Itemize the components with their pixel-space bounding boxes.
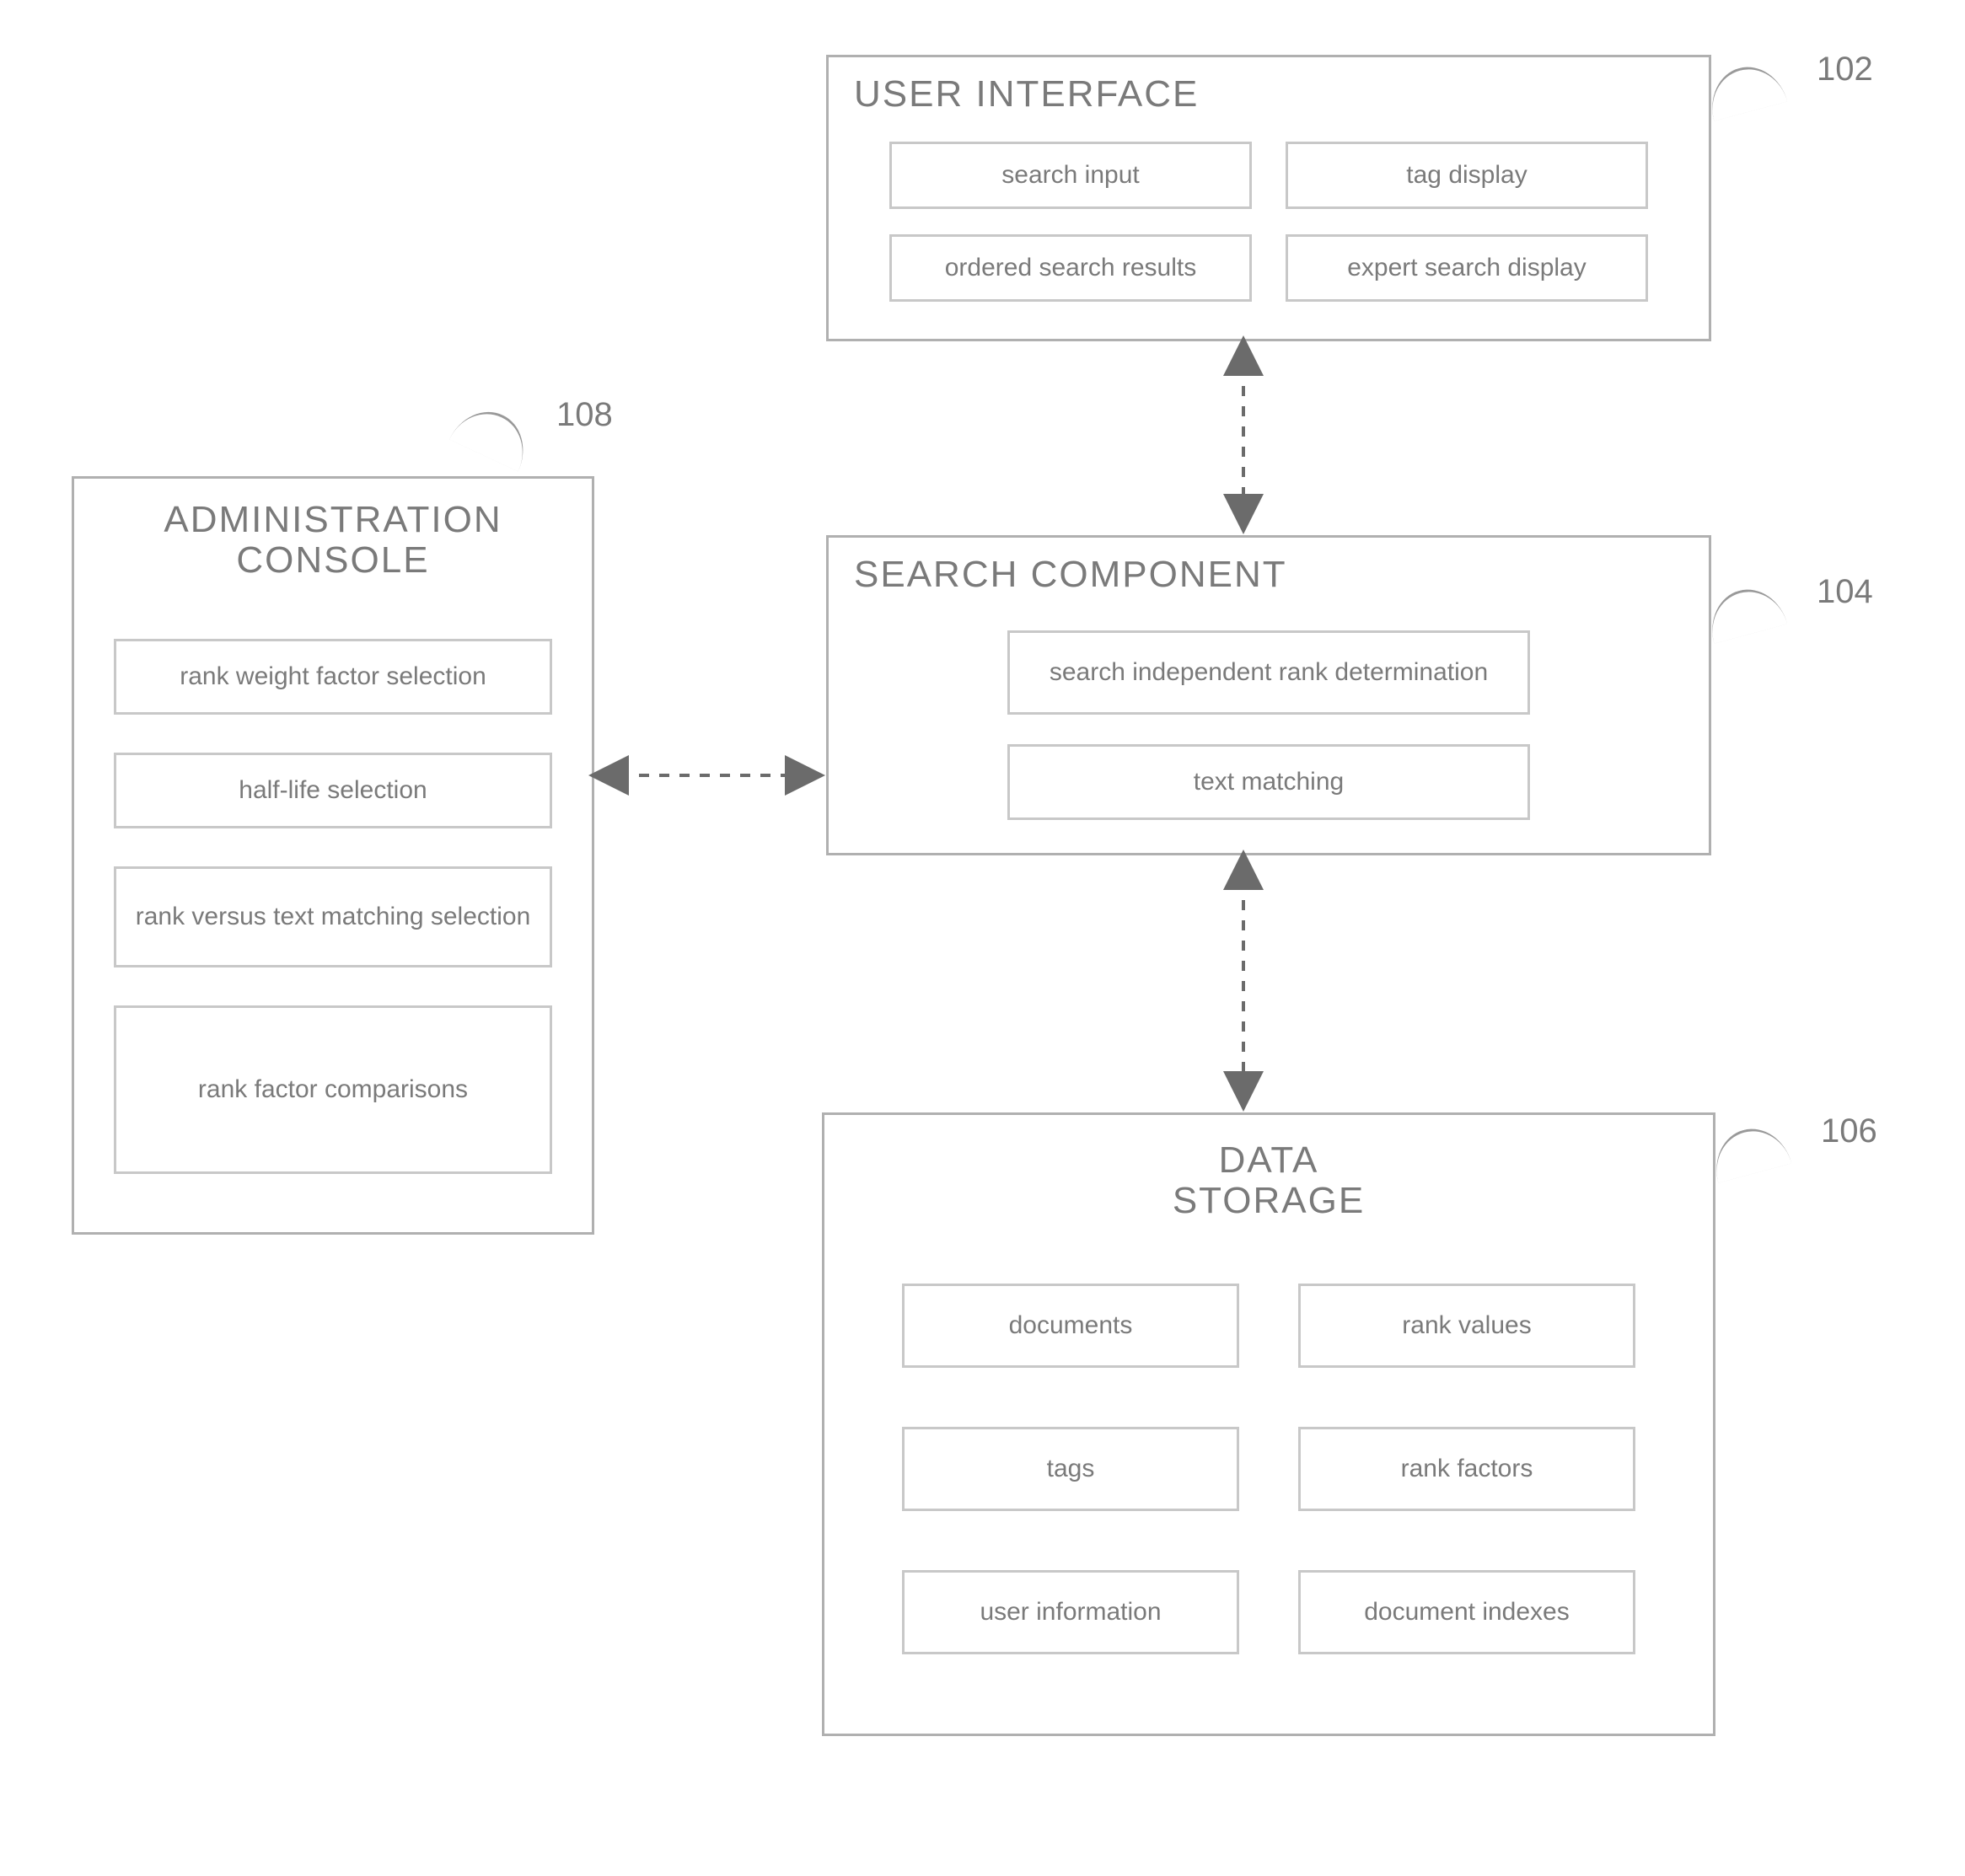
ui-item-ordered-search-results: ordered search results [889,234,1252,302]
ac-item-rank-weight-factor: rank weight factor selection [114,639,552,715]
ds-item-tags: tags [902,1427,1239,1511]
sc-item-text-matching: text matching [1007,744,1530,820]
block-title-data-storage: DATA STORAGE [824,1115,1713,1230]
sc-item-rank-determination: search independent rank determination [1007,630,1530,715]
block-admin-console: ADMINISTRATION CONSOLE rank weight facto… [72,476,594,1235]
ui-item-expert-search-display: expert search display [1286,234,1648,302]
ds-item-rank-factors: rank factors [1298,1427,1635,1511]
swoosh-106 [1707,1120,1792,1182]
ref-106: 106 [1821,1112,1877,1150]
ac-item-rank-factor-comparisons: rank factor comparisons [114,1005,552,1174]
ref-104: 104 [1817,573,1873,611]
ds-item-documents: documents [902,1284,1239,1368]
swoosh-102 [1703,58,1788,121]
block-title-search-component: SEARCH COMPONENT [829,538,1709,603]
swoosh-108 [449,399,537,471]
diagram-canvas: USER INTERFACE search input tag display … [0,0,1965,1876]
ds-item-rank-values: rank values [1298,1284,1635,1368]
block-title-user-interface: USER INTERFACE [829,57,1709,123]
ref-102: 102 [1817,51,1873,88]
ds-item-document-indexes: document indexes [1298,1570,1635,1654]
ui-item-tag-display: tag display [1286,142,1648,209]
block-search-component: SEARCH COMPONENT search independent rank… [826,535,1711,855]
ac-item-rank-vs-text: rank versus text matching selection [114,866,552,967]
ac-item-half-life: half-life selection [114,753,552,828]
swoosh-104 [1703,581,1788,643]
block-data-storage: DATA STORAGE documents rank values tags … [822,1112,1715,1736]
block-user-interface: USER INTERFACE search input tag display … [826,55,1711,341]
block-title-admin-console: ADMINISTRATION CONSOLE [74,479,592,590]
ds-item-user-information: user information [902,1570,1239,1654]
ui-item-search-input: search input [889,142,1252,209]
ref-108: 108 [556,396,613,434]
